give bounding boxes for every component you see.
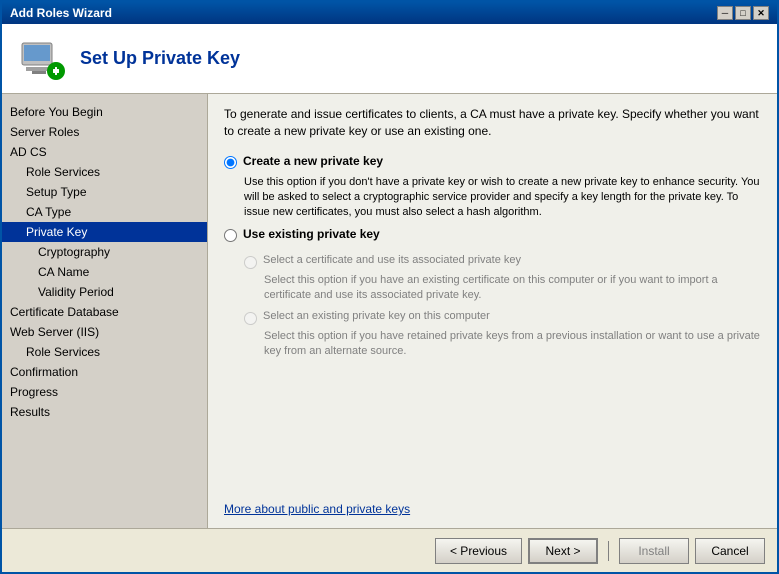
sidebar-item-progress[interactable]: Progress — [2, 382, 207, 402]
sidebar-item-server-roles[interactable]: Server Roles — [2, 122, 207, 142]
use-existing-key-option[interactable]: Use existing private key — [224, 227, 761, 242]
help-link[interactable]: More about public and private keys — [224, 502, 410, 516]
sidebar-item-validity-period[interactable]: Validity Period — [2, 282, 207, 302]
select-existing-key-option[interactable]: Select an existing private key on this c… — [244, 310, 761, 325]
content-description: To generate and issue certificates to cl… — [224, 106, 761, 140]
select-existing-key-desc: Select this option if you have retained … — [264, 329, 761, 360]
use-existing-key-radio[interactable] — [224, 229, 237, 242]
sidebar-item-role-services-iis[interactable]: Role Services — [2, 342, 207, 362]
sidebar-item-web-server[interactable]: Web Server (IIS) — [2, 322, 207, 342]
sidebar-item-before-you-begin[interactable]: Before You Begin — [2, 102, 207, 122]
create-new-key-desc: Use this option if you don't have a priv… — [244, 175, 761, 221]
sidebar: Before You Begin Server Roles AD CS Role… — [2, 94, 208, 528]
content-area: To generate and issue certificates to cl… — [208, 94, 777, 528]
minimize-button[interactable]: ─ — [717, 6, 733, 20]
sidebar-item-ca-type[interactable]: CA Type — [2, 202, 207, 222]
header-section: Set Up Private Key — [2, 24, 777, 94]
main-content: Before You Begin Server Roles AD CS Role… — [2, 94, 777, 528]
cancel-button[interactable]: Cancel — [695, 538, 765, 564]
select-existing-key-label[interactable]: Select an existing private key on this c… — [263, 310, 490, 322]
create-new-key-option[interactable]: Create a new private key — [224, 154, 761, 169]
maximize-button[interactable]: □ — [735, 6, 751, 20]
install-button[interactable]: Install — [619, 538, 689, 564]
footer-divider — [608, 541, 609, 561]
window-title: Add Roles Wizard — [10, 6, 112, 20]
create-new-key-label[interactable]: Create a new private key — [243, 154, 383, 168]
select-cert-label[interactable]: Select a certificate and use its associa… — [263, 254, 521, 266]
select-cert-radio[interactable] — [244, 256, 257, 269]
sidebar-item-ca-name[interactable]: CA Name — [2, 262, 207, 282]
use-existing-key-label[interactable]: Use existing private key — [243, 227, 380, 241]
close-button[interactable]: ✕ — [753, 6, 769, 20]
sidebar-item-role-services[interactable]: Role Services — [2, 162, 207, 182]
next-button[interactable]: Next > — [528, 538, 598, 564]
footer: < Previous Next > Install Cancel — [2, 528, 777, 572]
select-cert-desc: Select this option if you have an existi… — [264, 273, 761, 304]
previous-button[interactable]: < Previous — [435, 538, 522, 564]
create-new-key-radio[interactable] — [224, 156, 237, 169]
wizard-icon — [18, 35, 66, 83]
sidebar-item-setup-type[interactable]: Setup Type — [2, 182, 207, 202]
link-area: More about public and private keys — [224, 492, 761, 516]
sub-radio-group: Select a certificate and use its associa… — [244, 254, 761, 366]
sidebar-item-confirmation[interactable]: Confirmation — [2, 362, 207, 382]
title-bar-buttons: ─ □ ✕ — [717, 6, 769, 20]
sidebar-item-private-key[interactable]: Private Key — [2, 222, 207, 242]
header-title: Set Up Private Key — [80, 48, 240, 69]
sidebar-item-certificate-database[interactable]: Certificate Database — [2, 302, 207, 322]
select-existing-key-radio[interactable] — [244, 312, 257, 325]
add-roles-wizard-window: Add Roles Wizard ─ □ ✕ Set Up Private Ke… — [0, 0, 779, 574]
select-cert-option[interactable]: Select a certificate and use its associa… — [244, 254, 761, 269]
sidebar-item-cryptography[interactable]: Cryptography — [2, 242, 207, 262]
title-bar: Add Roles Wizard ─ □ ✕ — [2, 2, 777, 24]
sidebar-item-ad-cs[interactable]: AD CS — [2, 142, 207, 162]
sidebar-item-results[interactable]: Results — [2, 402, 207, 422]
